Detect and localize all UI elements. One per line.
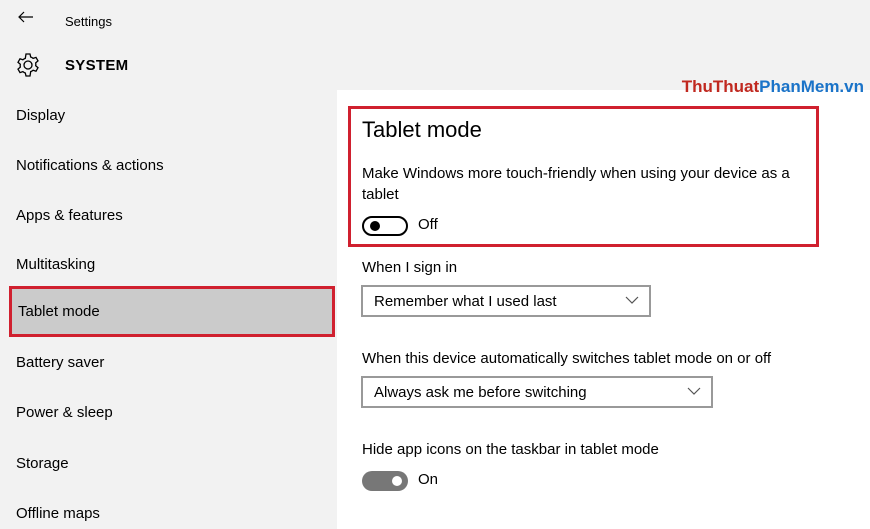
- sign-in-label: When I sign in: [362, 259, 458, 276]
- switch-behavior-dropdown-value: Always ask me before switching: [374, 383, 587, 401]
- chevron-down-icon: [687, 387, 701, 395]
- watermark-part2: PhanMem.vn: [759, 77, 864, 96]
- sidebar-item-battery-saver[interactable]: Battery saver: [0, 337, 337, 387]
- sidebar-item-power-sleep[interactable]: Power & sleep: [0, 387, 337, 437]
- sign-in-dropdown[interactable]: Remember what I used last: [361, 285, 651, 317]
- hide-icons-toggle-state: On: [418, 471, 439, 488]
- switch-behavior-dropdown[interactable]: Always ask me before switching: [361, 376, 713, 408]
- gear-icon: [17, 53, 39, 77]
- sign-in-dropdown-value: Remember what I used last: [374, 292, 557, 310]
- sidebar-item-offline-maps[interactable]: Offline maps: [0, 488, 337, 529]
- watermark: ThuThuatPhanMem.vn: [682, 77, 864, 97]
- tablet-mode-description: Make Windows more touch-friendly when us…: [362, 165, 790, 203]
- sidebar: Display Notifications & actions Apps & f…: [0, 90, 337, 529]
- sidebar-item-apps[interactable]: Apps & features: [0, 190, 337, 240]
- section-title: Tablet mode: [362, 117, 482, 142]
- toggle-knob: [392, 476, 402, 486]
- watermark-part1: ThuThuat: [681, 77, 760, 96]
- sidebar-item-notifications[interactable]: Notifications & actions: [0, 140, 337, 190]
- tablet-mode-toggle[interactable]: [362, 216, 408, 236]
- back-arrow-icon: [18, 11, 33, 23]
- sidebar-item-tablet-mode[interactable]: Tablet mode: [9, 286, 335, 337]
- switch-behavior-label: When this device automatically switches …: [362, 350, 772, 367]
- sidebar-item-display[interactable]: Display: [0, 90, 337, 140]
- page-category-title: SYSTEM: [65, 57, 129, 74]
- sidebar-item-storage[interactable]: Storage: [0, 438, 337, 488]
- hide-icons-toggle[interactable]: [362, 471, 408, 491]
- tablet-mode-toggle-state: Off: [418, 216, 438, 233]
- title-bar: Settings: [0, 0, 870, 44]
- app-title: Settings: [65, 14, 112, 29]
- toggle-knob: [370, 221, 380, 231]
- back-button[interactable]: [14, 6, 38, 28]
- hide-icons-label: Hide app icons on the taskbar in tablet …: [362, 441, 659, 458]
- chevron-down-icon: [625, 296, 639, 304]
- sidebar-item-multitasking[interactable]: Multitasking: [0, 239, 337, 289]
